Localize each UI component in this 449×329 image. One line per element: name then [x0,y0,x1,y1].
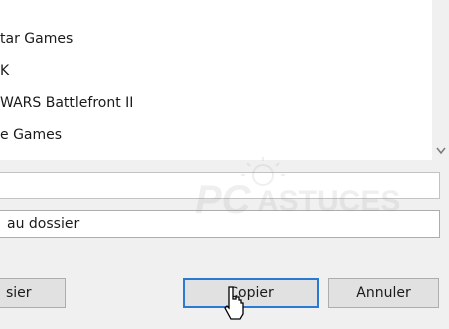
list-item-label: tar Games [0,31,74,47]
list-item[interactable]: e Games [0,122,62,148]
list-item[interactable]: tar Games [0,26,73,52]
list-item-label: e Games [0,127,63,143]
list-item-label: WARS Battlefront II [0,95,134,111]
copy-button[interactable]: Copier [183,278,319,308]
list-item[interactable]: K [0,58,9,84]
new-folder-button[interactable]: sier [0,278,66,308]
folder-name-value: au dossier [7,216,80,232]
cancel-button-label: Annuler [356,285,411,301]
vertical-scrollbar[interactable] [432,0,449,160]
list-item-partial[interactable] [0,0,4,14]
cancel-button[interactable]: Annuler [328,278,439,308]
list-item[interactable]: WARS Battlefront II [0,90,133,116]
folder-path-field[interactable] [0,172,440,199]
new-folder-button-label: sier [6,285,32,301]
list-item-label: K [0,63,10,79]
chevron-down-icon[interactable] [436,146,446,156]
mouse-pointer-icon [224,286,244,320]
folder-name-input[interactable]: au dossier [0,210,440,238]
folder-list[interactable]: tar Games K WARS Battlefront II e Games [0,0,432,160]
